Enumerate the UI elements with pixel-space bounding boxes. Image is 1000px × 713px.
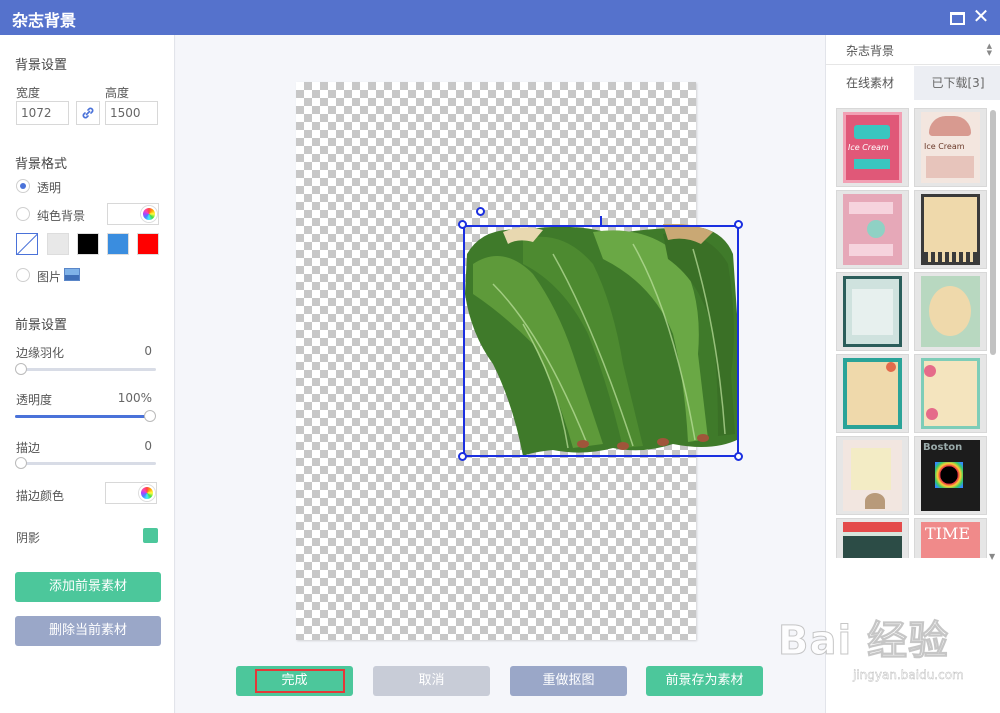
material-thumb[interactable] (836, 436, 909, 515)
selection-box[interactable] (463, 225, 739, 457)
thumb-image (843, 276, 902, 347)
height-input[interactable] (105, 101, 158, 125)
link-icon (82, 107, 94, 119)
title-bar: 杂志背景 ✕ (0, 0, 1000, 35)
scrollbar-thumb[interactable] (990, 110, 996, 355)
material-thumb[interactable] (836, 190, 909, 269)
opacity-label: 透明度 (16, 393, 53, 407)
swatch-light-grey[interactable] (47, 233, 69, 255)
materials-panel: 杂志背景 ▲▼ 在线素材 已下载[3] Ice Cream Ice Cream (825, 35, 1000, 713)
resize-handle-bottom-right[interactable] (734, 452, 743, 461)
shadow-label: 阴影 (16, 531, 41, 545)
material-thumb[interactable] (836, 518, 909, 558)
radio-image-label: 图片 (37, 270, 62, 284)
fg-settings-title: 前景设置 (15, 318, 68, 333)
width-input[interactable] (16, 101, 69, 125)
color-wheel-icon (141, 206, 157, 222)
radio-solid-label: 纯色背景 (37, 209, 86, 223)
material-thumb[interactable]: Boston (914, 436, 987, 515)
thumb-image (843, 522, 902, 558)
close-icon[interactable]: ✕ (972, 6, 990, 26)
thumb-image: Ice Cream (843, 112, 902, 183)
thumb-image (921, 358, 980, 429)
material-thumb[interactable]: TIME (914, 518, 987, 558)
feather-slider[interactable] (15, 363, 156, 375)
stroke-color-picker[interactable] (105, 482, 157, 504)
done-button[interactable]: 完成 (236, 666, 353, 696)
thumb-image: Boston (921, 440, 980, 511)
delete-foreground-button[interactable]: 删除当前素材 (15, 616, 161, 646)
feather-value: 0 (144, 344, 152, 358)
material-thumb[interactable] (914, 190, 987, 269)
rotate-line (600, 216, 602, 226)
canvas-area: 完成 取消 重做抠图 前景存为素材 (176, 35, 825, 713)
width-label: 宽度 (16, 86, 41, 100)
highlight-outline (255, 669, 345, 693)
thumb-image (921, 276, 980, 347)
resize-handle-bottom-left[interactable] (458, 452, 467, 461)
stroke-slider-thumb[interactable] (15, 457, 27, 469)
opacity-value: 100% (117, 391, 152, 405)
thumb-image (843, 194, 902, 265)
thumb-image: Ice Cream (921, 112, 980, 183)
maximize-icon[interactable] (948, 8, 966, 26)
material-tabs: 在线素材 已下载[3] (826, 66, 1000, 100)
material-scrollbar[interactable]: ▼ (989, 110, 996, 561)
tab-downloaded[interactable]: 已下载[3] (914, 66, 1000, 100)
settings-panel: 背景设置 宽度 高度 背景格式 透明 纯色背景 图片 前景设置 边缘羽化 0 透… (0, 35, 175, 713)
height-label: 高度 (105, 86, 130, 100)
thumb-image: TIME (921, 522, 980, 558)
opacity-slider[interactable] (15, 410, 156, 422)
feather-label: 边缘羽化 (16, 346, 65, 360)
tab-online[interactable]: 在线素材 (826, 66, 914, 100)
select-arrows-icon: ▲ ▼ (986, 42, 992, 57)
material-thumb[interactable]: Ice Cream (836, 108, 909, 187)
bg-color-picker[interactable] (107, 203, 159, 225)
stroke-slider[interactable] (15, 457, 156, 469)
image-icon[interactable] (64, 268, 80, 281)
swatch-red[interactable] (137, 233, 159, 255)
thumb-image (843, 358, 902, 429)
swatch-black[interactable] (77, 233, 99, 255)
stroke-label: 描边 (16, 441, 41, 455)
material-thumb[interactable]: Ice Cream (914, 108, 987, 187)
color-wheel-icon (139, 485, 155, 501)
material-grid: Ice Cream Ice Cream Boston TIME (836, 108, 996, 558)
redo-matting-button[interactable]: 重做抠图 (510, 666, 627, 696)
resize-handle-top-right[interactable] (734, 220, 743, 229)
category-select[interactable]: 杂志背景 ▲ ▼ (826, 35, 1000, 65)
opacity-slider-fill (15, 415, 150, 418)
thumb-image (843, 440, 902, 511)
save-foreground-button[interactable]: 前景存为素材 (646, 666, 763, 696)
resize-handle-top-left[interactable] (458, 220, 467, 229)
stroke-value: 0 (144, 439, 152, 453)
shadow-toggle[interactable] (143, 528, 158, 543)
link-ratio-button[interactable] (76, 101, 100, 125)
add-foreground-button[interactable]: 添加前景素材 (15, 572, 161, 602)
scroll-down-icon[interactable]: ▼ (989, 552, 995, 561)
window-title: 杂志背景 (12, 11, 77, 30)
cancel-button[interactable]: 取消 (373, 666, 490, 696)
swatch-none[interactable] (16, 233, 38, 255)
transparent-canvas[interactable] (296, 82, 743, 640)
radio-solid[interactable] (16, 207, 30, 221)
material-thumb[interactable] (914, 272, 987, 351)
stroke-color-label: 描边颜色 (16, 489, 65, 503)
radio-image[interactable] (16, 268, 30, 282)
thumb-image (921, 194, 980, 265)
material-thumb[interactable] (914, 354, 987, 433)
swatch-blue[interactable] (107, 233, 129, 255)
radio-transparent-label: 透明 (37, 181, 62, 195)
radio-transparent[interactable] (16, 179, 30, 193)
bg-format-title: 背景格式 (15, 157, 68, 172)
material-thumb[interactable] (836, 272, 909, 351)
feather-slider-thumb[interactable] (15, 363, 27, 375)
category-select-value: 杂志背景 (846, 44, 895, 58)
bg-settings-title: 背景设置 (15, 58, 68, 73)
opacity-slider-thumb[interactable] (144, 410, 156, 422)
material-thumb[interactable] (836, 354, 909, 433)
rotate-handle[interactable] (476, 207, 485, 216)
